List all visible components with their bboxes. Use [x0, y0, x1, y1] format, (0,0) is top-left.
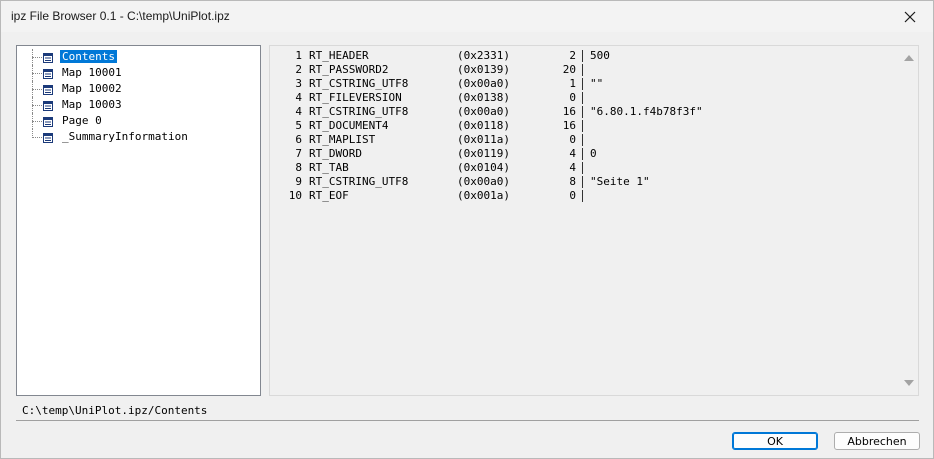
record-length: 4 — [569, 161, 576, 174]
tree-item-label: Contents — [60, 50, 117, 63]
record-index: 5 — [295, 119, 302, 132]
ok-button[interactable]: OK — [732, 432, 818, 450]
column-separator — [582, 106, 583, 118]
column-separator — [582, 64, 583, 76]
record-code: (0x00a0) — [457, 105, 510, 118]
record-length: 8 — [569, 175, 576, 188]
record-index: 8 — [295, 161, 302, 174]
record-value: 0 — [590, 147, 597, 160]
record-index: 10 — [288, 189, 302, 202]
column-separator — [582, 190, 583, 202]
tree-item[interactable]: Contents — [27, 49, 190, 65]
record-code: (0x0118) — [457, 119, 510, 132]
table-icon — [43, 52, 53, 63]
tree-connector — [32, 105, 42, 106]
record-type: RT_TAB — [309, 161, 349, 174]
column-separator — [582, 134, 583, 146]
record-length: 2 — [569, 49, 576, 62]
table-icon — [43, 132, 53, 143]
tree-connector — [32, 89, 42, 90]
table-icon — [43, 84, 53, 95]
record-code: (0x001a) — [457, 189, 510, 202]
title-bar: ipz File Browser 0.1 - C:\temp\UniPlot.i… — [1, 1, 933, 32]
record-length: 20 — [562, 63, 576, 76]
tree-item[interactable]: _SummaryInformation — [27, 129, 190, 145]
column-separator — [582, 148, 583, 160]
close-button[interactable] — [887, 1, 933, 32]
tree-item-label: Map 10002 — [62, 82, 122, 95]
column-separator — [582, 92, 583, 104]
column-separator — [582, 120, 583, 132]
file-tree: Contents Map 10001 Map 10002 Map 10003 Page … — [27, 49, 190, 145]
record-type: RT_MAPLIST — [309, 133, 376, 146]
record-type: RT_CSTRING_UTF8 — [309, 105, 409, 118]
record-type: RT_CSTRING_UTF8 — [309, 175, 409, 188]
record-length: 16 — [562, 105, 576, 118]
vertical-scrollbar[interactable] — [900, 47, 917, 394]
record-length: 16 — [562, 119, 576, 132]
record-index: 2 — [295, 63, 302, 76]
column-separator — [582, 78, 583, 90]
record-type: RT_EOF — [309, 189, 349, 202]
record-index: 3 — [295, 77, 302, 90]
record-type: RT_PASSWORD2 — [309, 63, 389, 76]
record-code: (0x00a0) — [457, 175, 510, 188]
record-code: (0x0138) — [457, 91, 510, 104]
scroll-down-arrow-icon[interactable] — [904, 380, 914, 386]
record-length: 0 — [569, 133, 576, 146]
record-index: 4 — [295, 91, 302, 104]
record-value: "" — [590, 77, 604, 90]
status-path: C:\temp\UniPlot.ipz/Contents — [22, 404, 208, 417]
record-length: 0 — [569, 189, 576, 202]
tree-connector — [32, 121, 42, 122]
column-separator — [582, 50, 583, 62]
tree-connector — [32, 73, 42, 74]
tree-item[interactable]: Map 10002 — [27, 81, 190, 97]
column-separator — [582, 162, 583, 174]
record-type: RT_HEADER — [309, 49, 369, 62]
record-length: 0 — [569, 91, 576, 104]
tree-item[interactable]: Map 10003 — [27, 97, 190, 113]
tree-item[interactable]: Map 10001 — [27, 65, 190, 81]
record-length: 4 — [569, 147, 576, 160]
window-title: ipz File Browser 0.1 - C:\temp\UniPlot.i… — [11, 9, 230, 23]
tree-connector — [32, 137, 42, 138]
record-value: "Seite 1" — [590, 175, 650, 188]
table-icon — [43, 100, 53, 111]
cancel-button[interactable]: Abbrechen — [834, 432, 920, 450]
record-type: RT_DOCUMENT4 — [309, 119, 389, 132]
dialog-window: ipz File Browser 0.1 - C:\temp\UniPlot.i… — [0, 0, 934, 459]
table-icon — [43, 116, 53, 127]
record-index: 9 — [295, 175, 302, 188]
tree-connector — [32, 57, 42, 58]
column-separator — [582, 176, 583, 188]
close-icon — [904, 11, 916, 22]
scroll-up-arrow-icon[interactable] — [904, 55, 914, 61]
record-type: RT_CSTRING_UTF8 — [309, 77, 409, 90]
record-type: RT_DWORD — [309, 147, 362, 160]
record-code: (0x00a0) — [457, 77, 510, 90]
record-type: RT_FILEVERSION — [309, 91, 402, 104]
tree-item-label: Map 10003 — [62, 98, 122, 111]
record-index: 1 — [295, 49, 302, 62]
tree-item-label: Page 0 — [62, 114, 102, 127]
record-index: 4 — [295, 105, 302, 118]
record-value: 500 — [590, 49, 610, 62]
record-code: (0x011a) — [457, 133, 510, 146]
tree-item[interactable]: Page 0 — [27, 113, 190, 129]
record-code: (0x0104) — [457, 161, 510, 174]
record-list-panel[interactable]: 1 RT_HEADER (0x2331) 2 500 2 RT_PASSWORD2 (0x01… — [269, 45, 919, 396]
record-code: (0x0139) — [457, 63, 510, 76]
tree-item-label: _SummaryInformation — [62, 130, 188, 143]
record-length: 1 — [569, 77, 576, 90]
record-code: (0x2331) — [457, 49, 510, 62]
record-value: "6.80.1.f4b78f3f" — [590, 105, 703, 118]
table-icon — [43, 68, 53, 79]
record-code: (0x0119) — [457, 147, 510, 160]
status-bar: C:\temp\UniPlot.ipz/Contents — [16, 400, 919, 421]
file-tree-panel[interactable]: Contents Map 10001 Map 10002 Map 10003 Page … — [16, 45, 261, 396]
record-index: 6 — [295, 133, 302, 146]
record-index: 7 — [295, 147, 302, 160]
tree-item-label: Map 10001 — [62, 66, 122, 79]
